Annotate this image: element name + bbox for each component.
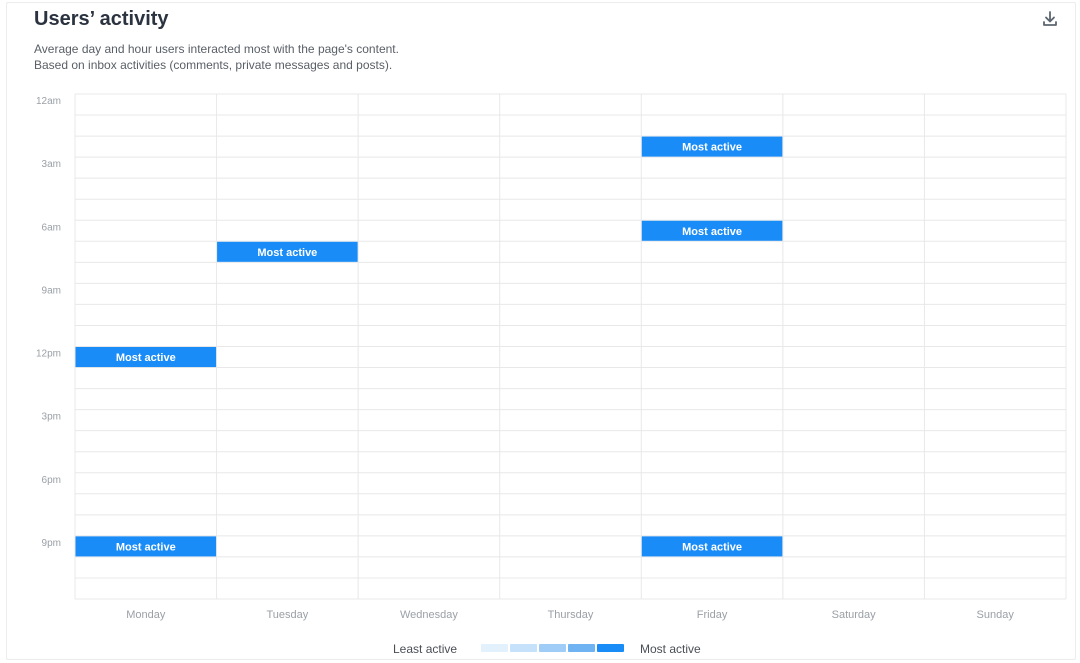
x-tick-label: Friday (697, 609, 728, 621)
legend-swatch (539, 644, 566, 652)
x-tick-label: Wednesday (400, 609, 458, 621)
y-tick-label: 9am (42, 285, 61, 296)
cell-label: Most active (682, 226, 742, 238)
legend-swatch (568, 644, 595, 652)
cell-label: Most active (257, 247, 317, 259)
cell-label: Most active (682, 142, 742, 154)
legend-least-active-label: Least active (393, 642, 458, 656)
cell-label: Most active (116, 541, 176, 553)
legend-swatch (597, 644, 624, 652)
legend-swatch (481, 644, 508, 652)
x-tick-label: Saturday (832, 609, 877, 621)
x-tick-label: Sunday (977, 609, 1015, 621)
activity-heatmap: 12am 3am 6am 9am 12pm 3pm 6pm 9pm Monday Tuesday W… (36, 93, 1067, 621)
y-tick-label: 6pm (42, 475, 61, 486)
x-tick-label: Thursday (548, 609, 594, 621)
y-tick-label: 9pm (42, 538, 61, 549)
cell-label: Most active (682, 541, 742, 553)
y-tick-label: 12pm (36, 349, 61, 360)
legend-swatch (510, 644, 537, 652)
y-tick-label: 12am (36, 96, 61, 107)
x-tick-label: Tuesday (266, 609, 308, 621)
x-tick-label: Monday (126, 609, 166, 621)
legend: Least active Most active (0, 638, 1080, 660)
legend-most-active-label: Most active (640, 642, 701, 656)
y-tick-label: 6am (42, 222, 61, 233)
cell-label: Most active (116, 352, 176, 364)
y-tick-label: 3am (42, 159, 61, 170)
y-tick-label: 3pm (42, 412, 61, 423)
